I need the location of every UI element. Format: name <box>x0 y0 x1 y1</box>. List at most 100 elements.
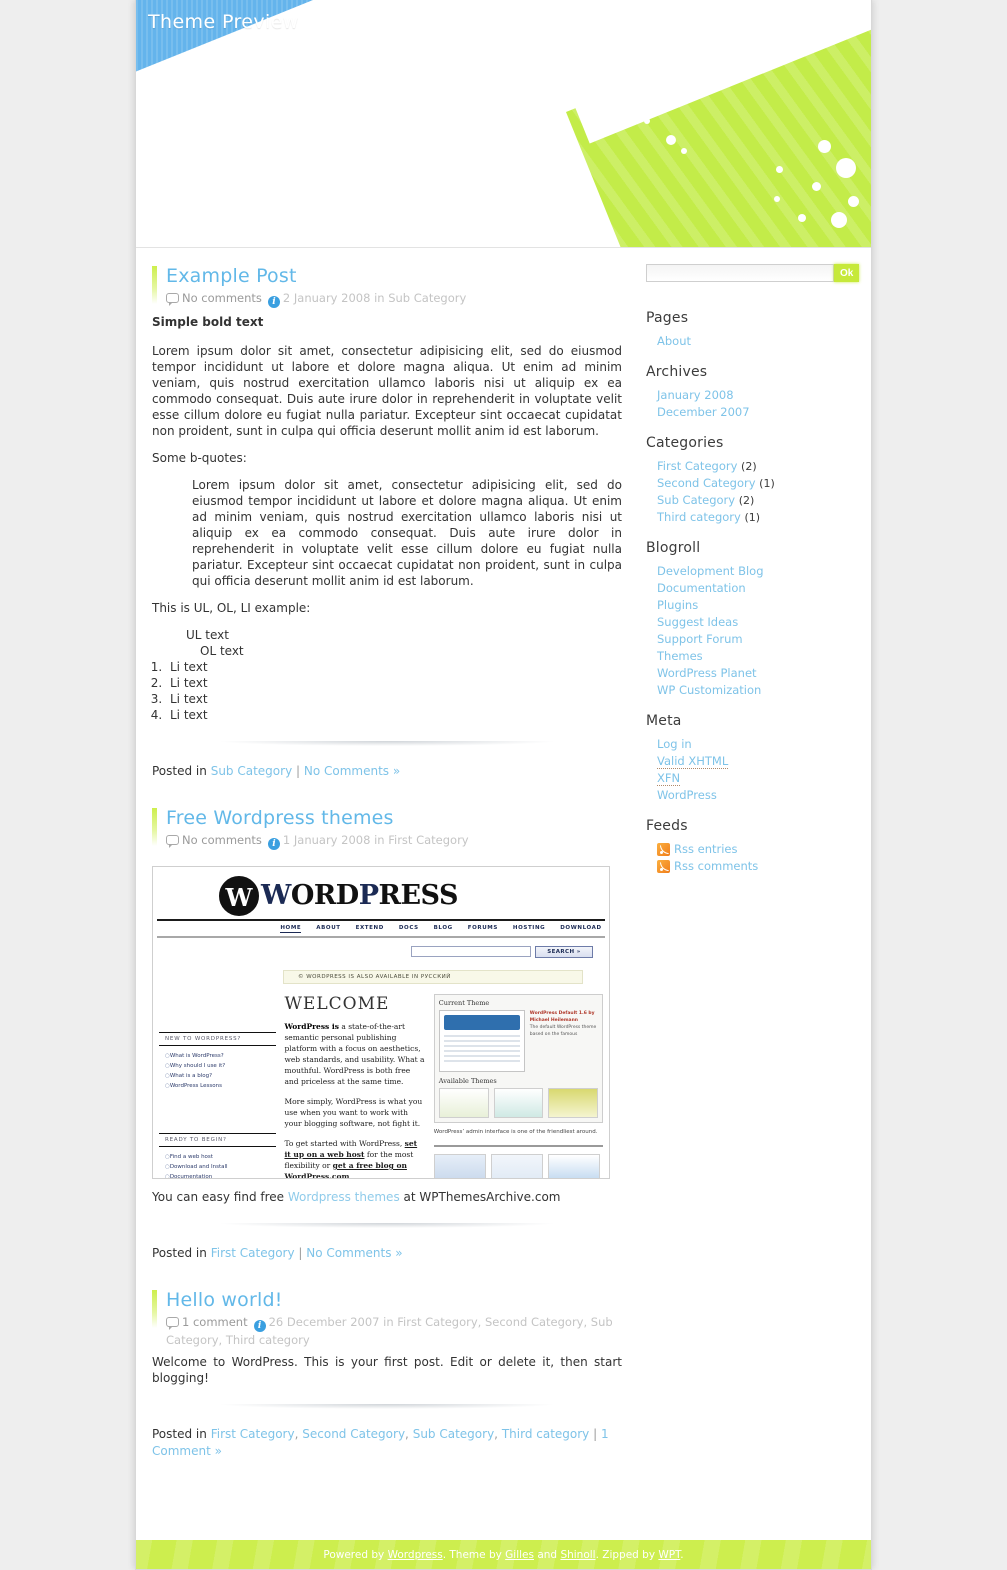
post-categories[interactable]: Sub Category <box>388 291 466 305</box>
sidebar-link-sub-category[interactable]: Sub Category <box>657 493 735 507</box>
wp-theme-cell[interactable] <box>548 1088 598 1118</box>
wp-theme-info: WordPress Default 1.6 by Michael Heilema… <box>530 1010 598 1072</box>
sidebar-link-first-category[interactable]: First Category <box>657 459 737 473</box>
wp-link-item[interactable]: Find a web host <box>159 1152 276 1162</box>
bubble-decor <box>226 128 232 134</box>
bubble-decor <box>404 158 410 164</box>
wp-nav-item[interactable]: BLOG <box>434 925 453 933</box>
footer-link-wpt[interactable]: WPT <box>658 1549 680 1561</box>
list-item: Second Category (1) <box>657 475 859 492</box>
bubble-decor-green <box>798 214 806 222</box>
wp-link-item[interactable]: Why should I use it? <box>159 1061 276 1071</box>
footer-comments-link[interactable]: No Comments » <box>306 1246 402 1260</box>
sidebar-link-december-2007[interactable]: December 2007 <box>657 405 750 419</box>
posted-in-label: Posted in <box>152 1427 207 1441</box>
post-title-link[interactable]: Free Wordpress themes <box>166 807 394 829</box>
bubble-decor <box>591 95 605 109</box>
wp-thumb[interactable] <box>547 1154 600 1178</box>
sidebar-link-suggest-ideas[interactable]: Suggest Ideas <box>657 615 738 629</box>
post-date: 2 January 2008 <box>282 291 371 305</box>
wp-nav-item[interactable]: HOME <box>280 925 302 933</box>
post-meta: No comments i 1 January 2008 in First Cate… <box>166 832 622 850</box>
sidebar-section-feeds: Feeds Rss entries Rss comments <box>646 818 859 875</box>
footer-category-link[interactable]: Sub Category <box>413 1427 494 1441</box>
sidebar-link-log-in[interactable]: Log in <box>657 737 692 751</box>
wp-nav-item[interactable]: DOCS <box>399 925 419 933</box>
search-submit-button[interactable]: Ok <box>834 264 859 282</box>
sidebar-link-wp-customization[interactable]: WP Customization <box>657 683 761 697</box>
list-item: Li text <box>166 675 622 691</box>
sidebar-link-support-forum[interactable]: Support Forum <box>657 632 743 646</box>
post-categories[interactable]: First Category <box>388 833 468 847</box>
sidebar-link-rss-comments[interactable]: Rss comments <box>674 858 758 875</box>
list-item: Li text <box>166 659 622 675</box>
wp-theme-thumbnail <box>438 1010 525 1072</box>
sidebar-link-xfn[interactable]: XFN <box>657 771 681 786</box>
wp-thumb[interactable] <box>490 1154 543 1178</box>
list-item: Support Forum <box>657 631 859 648</box>
post-title-link[interactable]: Example Post <box>166 265 297 287</box>
sidebar-link-january-2008[interactable]: January 2008 <box>657 388 734 402</box>
wp-search-button[interactable]: SEARCH » <box>535 946 593 958</box>
post-body: Welcome to WordPress. This is your first… <box>152 1348 622 1386</box>
wp-link-item[interactable]: Download and Install <box>159 1162 276 1172</box>
sidebar-link-documentation[interactable]: Documentation <box>657 581 746 595</box>
footer-category-link[interactable]: Third category <box>502 1427 589 1441</box>
footer-category-link[interactable]: First Category <box>211 1427 295 1441</box>
wp-thumb[interactable] <box>433 1154 486 1178</box>
bubble-decor <box>514 52 536 74</box>
footer-comments-link[interactable]: No Comments » <box>304 764 400 778</box>
sidebar-link-about[interactable]: About <box>657 334 691 348</box>
ol-numbered-list: Li text Li text Li text Li text <box>146 659 622 723</box>
sidebar-section-title: Pages <box>646 310 689 326</box>
sidebar-link-wordpress-planet[interactable]: WordPress Planet <box>657 666 757 680</box>
post-footer: Posted in First Category | No Comments » <box>152 1245 622 1284</box>
post-comment-count[interactable]: No comments <box>182 833 262 847</box>
post-title-link[interactable]: Hello world! <box>166 1289 283 1311</box>
footer-link-shinoll[interactable]: Shinoll <box>560 1549 595 1561</box>
post-comment-count[interactable]: No comments <box>182 291 262 305</box>
footer-link-wordpress[interactable]: Wordpress <box>388 1549 443 1561</box>
wp-nav-item[interactable]: EXTEND <box>356 925 384 933</box>
bubble-decor <box>164 92 174 102</box>
search-input[interactable] <box>646 264 834 282</box>
wp-nav-item[interactable]: HOSTING <box>513 925 545 933</box>
sidebar-link-development-blog[interactable]: Development Blog <box>657 564 764 578</box>
sidebar-link-plugins[interactable]: Plugins <box>657 598 698 612</box>
sidebar-link-third-category[interactable]: Third category <box>657 510 741 524</box>
wp-search-input[interactable] <box>411 946 531 957</box>
sidebar-list: About <box>646 333 859 350</box>
wp-nav-item[interactable]: FORUMS <box>468 925 498 933</box>
wordpress-themes-link[interactable]: Wordpress themes <box>288 1190 400 1204</box>
footer-link-gilles[interactable]: Gilles <box>505 1549 534 1561</box>
sidebar-link-second-category[interactable]: Second Category <box>657 476 756 490</box>
sidebar-link-valid-xhtml[interactable]: Valid XHTML <box>657 754 729 769</box>
sidebar-list: January 2008 December 2007 <box>646 387 859 421</box>
sidebar-section-title: Meta <box>646 713 682 729</box>
info-icon: i <box>253 1320 266 1332</box>
wp-link-item[interactable]: Documentation <box>159 1172 276 1178</box>
sidebar-link-themes[interactable]: Themes <box>657 649 703 663</box>
footer-category-link[interactable]: Sub Category <box>211 764 292 778</box>
sidebar-link-wordpress[interactable]: WordPress <box>657 788 717 802</box>
wp-link-item[interactable]: WordPress Lessons <box>159 1081 276 1091</box>
sidebar-link-rss-entries[interactable]: Rss entries <box>674 841 738 858</box>
post-comment-count[interactable]: 1 comment <box>182 1315 248 1329</box>
list-intro: This is UL, OL, LI example: <box>152 601 311 615</box>
ol-demo-list: OL text <box>186 643 622 659</box>
wp-nav-item[interactable]: DOWNLOAD <box>560 925 601 933</box>
wp-link-item[interactable]: What is a blog? <box>159 1071 276 1081</box>
wp-theme-cell[interactable] <box>438 1088 489 1118</box>
wp-nav-item[interactable]: ABOUT <box>316 925 340 933</box>
bubble-decor <box>144 78 162 96</box>
wp-theme-cell[interactable] <box>493 1088 544 1118</box>
category-count: (1) <box>744 511 761 524</box>
footer-category-link[interactable]: First Category <box>211 1246 295 1260</box>
sidebar-list: Development Blog Documentation Plugins S… <box>646 563 859 699</box>
wp-available-themes-label: Available Themes <box>438 1077 497 1085</box>
bubble-decor <box>368 28 387 47</box>
bubble-decor <box>136 120 146 130</box>
list-item: OL text <box>200 644 244 658</box>
footer-category-link[interactable]: Second Category <box>302 1427 405 1441</box>
wp-link-item[interactable]: What is WordPress? <box>159 1051 276 1061</box>
